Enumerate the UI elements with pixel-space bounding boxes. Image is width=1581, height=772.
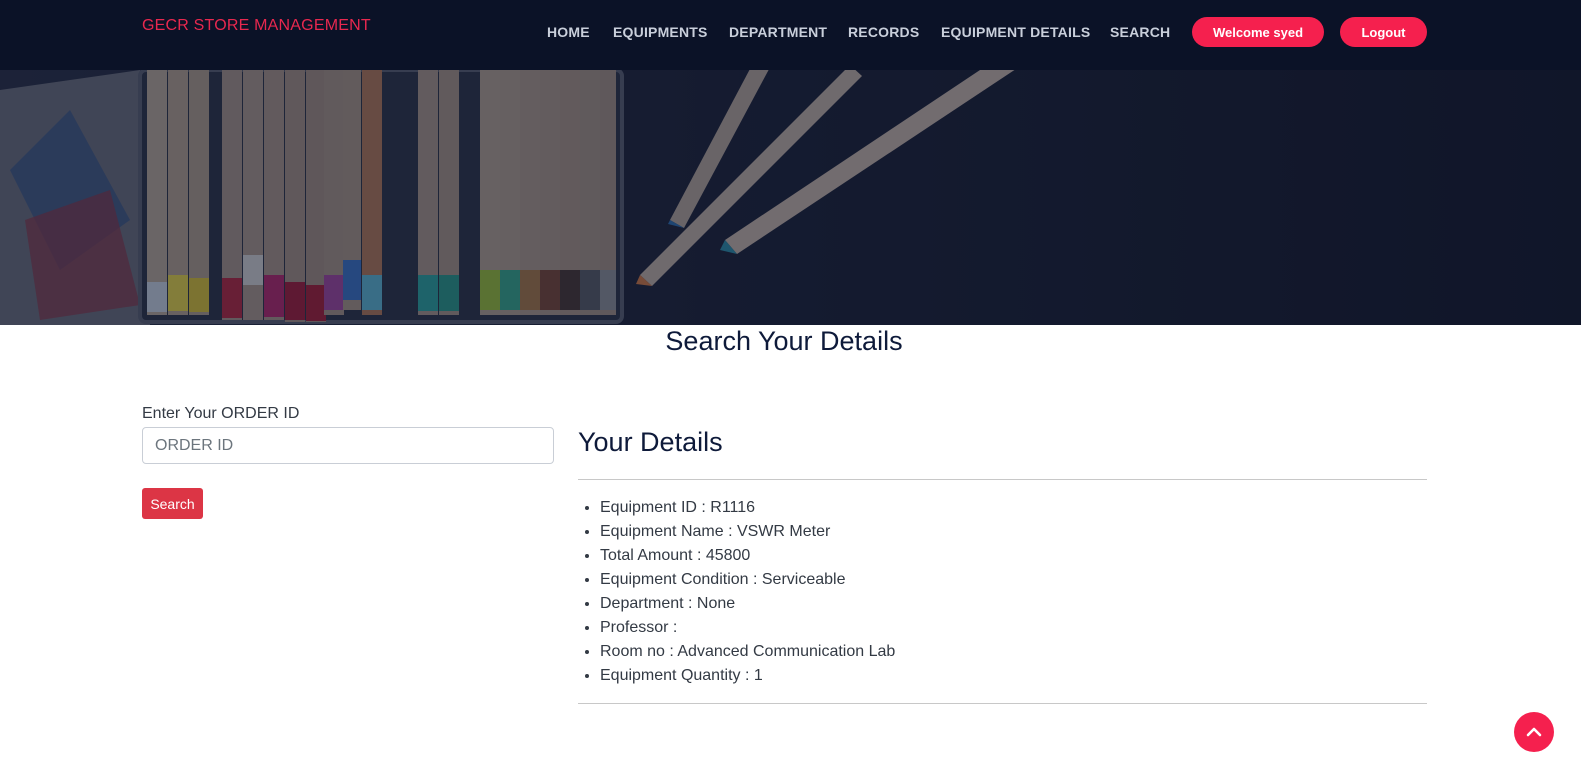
detail-room-no: Room no : Advanced Communication Lab xyxy=(600,640,1420,664)
nav-home[interactable]: HOME xyxy=(547,24,590,40)
detail-professor: Professor : xyxy=(600,616,1420,640)
scroll-top-button[interactable] xyxy=(1514,712,1554,752)
detail-equipment-name: Equipment Name : VSWR Meter xyxy=(600,520,1420,544)
top-navbar: GECR STORE MANAGEMENT HOME EQUIPMENTS DE… xyxy=(0,0,1581,70)
logout-button[interactable]: Logout xyxy=(1340,17,1427,47)
hero-pencils-image xyxy=(0,70,1581,325)
nav-records[interactable]: RECORDS xyxy=(848,24,919,40)
order-id-label: Enter Your ORDER ID xyxy=(142,405,300,422)
detail-total-amount: Total Amount : 45800 xyxy=(600,544,1420,568)
search-button[interactable]: Search xyxy=(142,488,203,519)
welcome-button[interactable]: Welcome syed xyxy=(1192,17,1324,47)
hero-banner xyxy=(0,70,1581,325)
detail-equipment-quantity: Equipment Quantity : 1 xyxy=(600,664,1420,688)
page-title: Search Your Details xyxy=(665,326,903,356)
nav-equipment-details[interactable]: EQUIPMENT DETAILS xyxy=(941,24,1090,40)
details-divider-bottom xyxy=(578,703,1427,704)
detail-equipment-id: Equipment ID : R1116 xyxy=(600,496,1420,520)
details-divider-top xyxy=(578,479,1427,480)
chevron-up-icon xyxy=(1526,727,1542,737)
detail-department: Department : None xyxy=(600,592,1420,616)
details-list: Equipment ID : R1116 Equipment Name : VS… xyxy=(600,496,1420,688)
order-id-input[interactable] xyxy=(142,427,554,464)
nav-equipments[interactable]: EQUIPMENTS xyxy=(613,24,708,40)
details-title: Your Details xyxy=(578,427,723,457)
nav-search[interactable]: SEARCH xyxy=(1110,24,1170,40)
nav-department[interactable]: DEPARTMENT xyxy=(729,24,827,40)
detail-equipment-condition: Equipment Condition : Serviceable xyxy=(600,568,1420,592)
